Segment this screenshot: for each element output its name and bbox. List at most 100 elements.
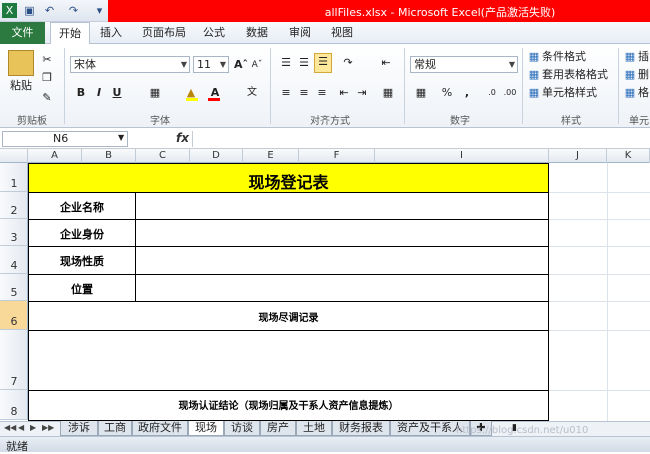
row-header[interactable]: 4 [0,246,28,274]
row-header[interactable]: 1 [0,163,28,192]
table-format-button[interactable]: 套用表格格式 [542,67,622,83]
phonetic-icon[interactable]: 文 [242,85,262,101]
company-name-input[interactable] [135,192,549,220]
number-format-dropdown[interactable]: 常规 ▼ [410,56,518,73]
wrap-text-icon[interactable]: ⇤ [378,55,394,71]
align-top-icon[interactable]: ☰ [278,55,294,71]
orientation-icon[interactable]: ↷ [338,55,358,71]
file-tab[interactable]: 文件 [0,22,45,44]
row-header[interactable]: 3 [0,219,28,246]
tab-home[interactable]: 开始 [50,22,90,45]
column-header[interactable]: K [607,149,650,163]
conditional-format-button[interactable]: 条件格式 [542,49,622,65]
sheet-tab[interactable]: 工商 [98,421,132,436]
next-sheet-icon[interactable]: ▶ [30,423,36,432]
location-input[interactable] [135,274,549,302]
conditional-format-icon[interactable]: ▦ [528,49,540,65]
cell-style-icon[interactable]: ▦ [528,85,540,101]
sheet-tab[interactable]: 土地 [296,421,332,436]
tab-view[interactable]: 视图 [326,22,358,44]
tab-insert[interactable]: 插入 [94,22,128,44]
separator [522,48,523,124]
column-header[interactable]: B [82,149,136,163]
font-name-dropdown[interactable]: 宋体 ▼ [70,56,190,73]
site-nature-input[interactable] [135,246,549,275]
column-header[interactable]: J [549,149,607,163]
tab-review[interactable]: 审阅 [284,22,316,44]
function-icon[interactable]: fx [176,131,189,145]
sheet-tab[interactable]: 房产 [260,421,296,436]
align-left-icon[interactable]: ≡ [278,85,294,101]
copy-icon[interactable]: ❐ [40,70,54,86]
row-header[interactable]: 7 [0,330,28,390]
select-all-corner[interactable] [0,149,28,163]
format-cells-button[interactable]: 格 [638,85,650,101]
table-format-icon[interactable]: ▦ [528,67,540,83]
formula-input[interactable] [192,131,648,147]
cell-style-button[interactable]: 单元格样式 [542,85,622,101]
comma-button[interactable]: , [460,85,474,101]
column-header[interactable]: A [28,149,82,163]
grow-font-icon[interactable]: Aˆ [234,57,248,73]
italic-button[interactable]: I [92,85,106,101]
row-header[interactable]: 6 [0,301,28,330]
decrease-indent-icon[interactable]: ⇤ [336,85,352,101]
gridline [549,246,650,247]
row-number: 3 [10,231,18,244]
row-header[interactable]: 5 [0,274,28,301]
column-header[interactable]: E [243,149,299,163]
chevron-down-icon[interactable]: ▼ [118,133,124,142]
font-size-dropdown[interactable]: 11 ▼ [193,56,229,73]
company-identity-input[interactable] [135,219,549,247]
delete-cells-icon[interactable]: ▦ [624,67,636,83]
align-center-icon[interactable]: ≡ [296,85,312,101]
font-size-value: 11 [197,58,211,71]
align-bottom-icon[interactable]: ☰ [314,53,332,73]
underline-button[interactable]: U [110,85,124,101]
increase-indent-icon[interactable]: ⇥ [354,85,370,101]
format-cells-icon[interactable]: ▦ [624,85,636,101]
increase-decimal-icon[interactable]: .0 [484,85,500,101]
delete-cells-button[interactable]: 删 [638,67,650,83]
column-header[interactable]: D [190,149,243,163]
first-sheet-icon[interactable]: ◀◀ [4,423,16,432]
cut-icon[interactable]: ✂ [40,52,54,68]
sheet-tab[interactable]: 涉诉 [60,421,98,436]
paste-button[interactable]: 粘贴 [6,78,36,94]
borders-icon[interactable]: ▦ [146,85,164,101]
row-number: 8 [10,405,18,418]
sheet-tab[interactable]: 财务报表 [332,421,390,436]
sheet-tab[interactable]: 访谈 [224,421,260,436]
name-box[interactable]: N6 [2,131,128,147]
survey-content-cell[interactable] [28,330,549,391]
prev-sheet-icon[interactable]: ◀ [18,423,24,432]
column-header[interactable]: F [299,149,375,163]
sheet-tab-active[interactable]: 现场 [188,421,224,436]
tab-formulas[interactable]: 公式 [198,22,230,44]
tab-data[interactable]: 数据 [240,22,274,44]
column-header[interactable]: I [375,149,549,163]
align-middle-icon[interactable]: ☰ [296,55,312,71]
shrink-font-icon[interactable]: Aˇ [250,57,264,73]
merge-center-icon[interactable]: ▦ [378,85,398,101]
row-header[interactable]: 8 [0,390,28,420]
save-icon[interactable]: ▣ [22,3,37,18]
row-header[interactable]: 2 [0,192,28,219]
decrease-decimal-icon[interactable]: .00 [502,85,518,101]
paste-icon[interactable] [8,50,34,76]
sheet-tab[interactable]: 政府文件 [132,421,188,436]
format-painter-icon[interactable]: ✎ [40,90,54,106]
accounting-icon[interactable]: ▦ [412,85,430,101]
bold-button[interactable]: B [74,85,88,101]
align-right-icon[interactable]: ≡ [314,85,330,101]
survey-header: 现场尽调记录 [258,313,319,324]
redo-icon[interactable]: ↷ [66,3,81,18]
customize-toolbar-icon[interactable]: ▾ [92,3,107,18]
tab-page-layout[interactable]: 页面布局 [138,22,190,44]
insert-cells-icon[interactable]: ▦ [624,49,636,65]
percent-button[interactable]: % [440,85,454,101]
last-sheet-icon[interactable]: ▶▶ [42,423,54,432]
insert-cells-button[interactable]: 插 [638,49,650,65]
column-header[interactable]: C [136,149,190,163]
undo-icon[interactable]: ↶ [42,3,57,18]
